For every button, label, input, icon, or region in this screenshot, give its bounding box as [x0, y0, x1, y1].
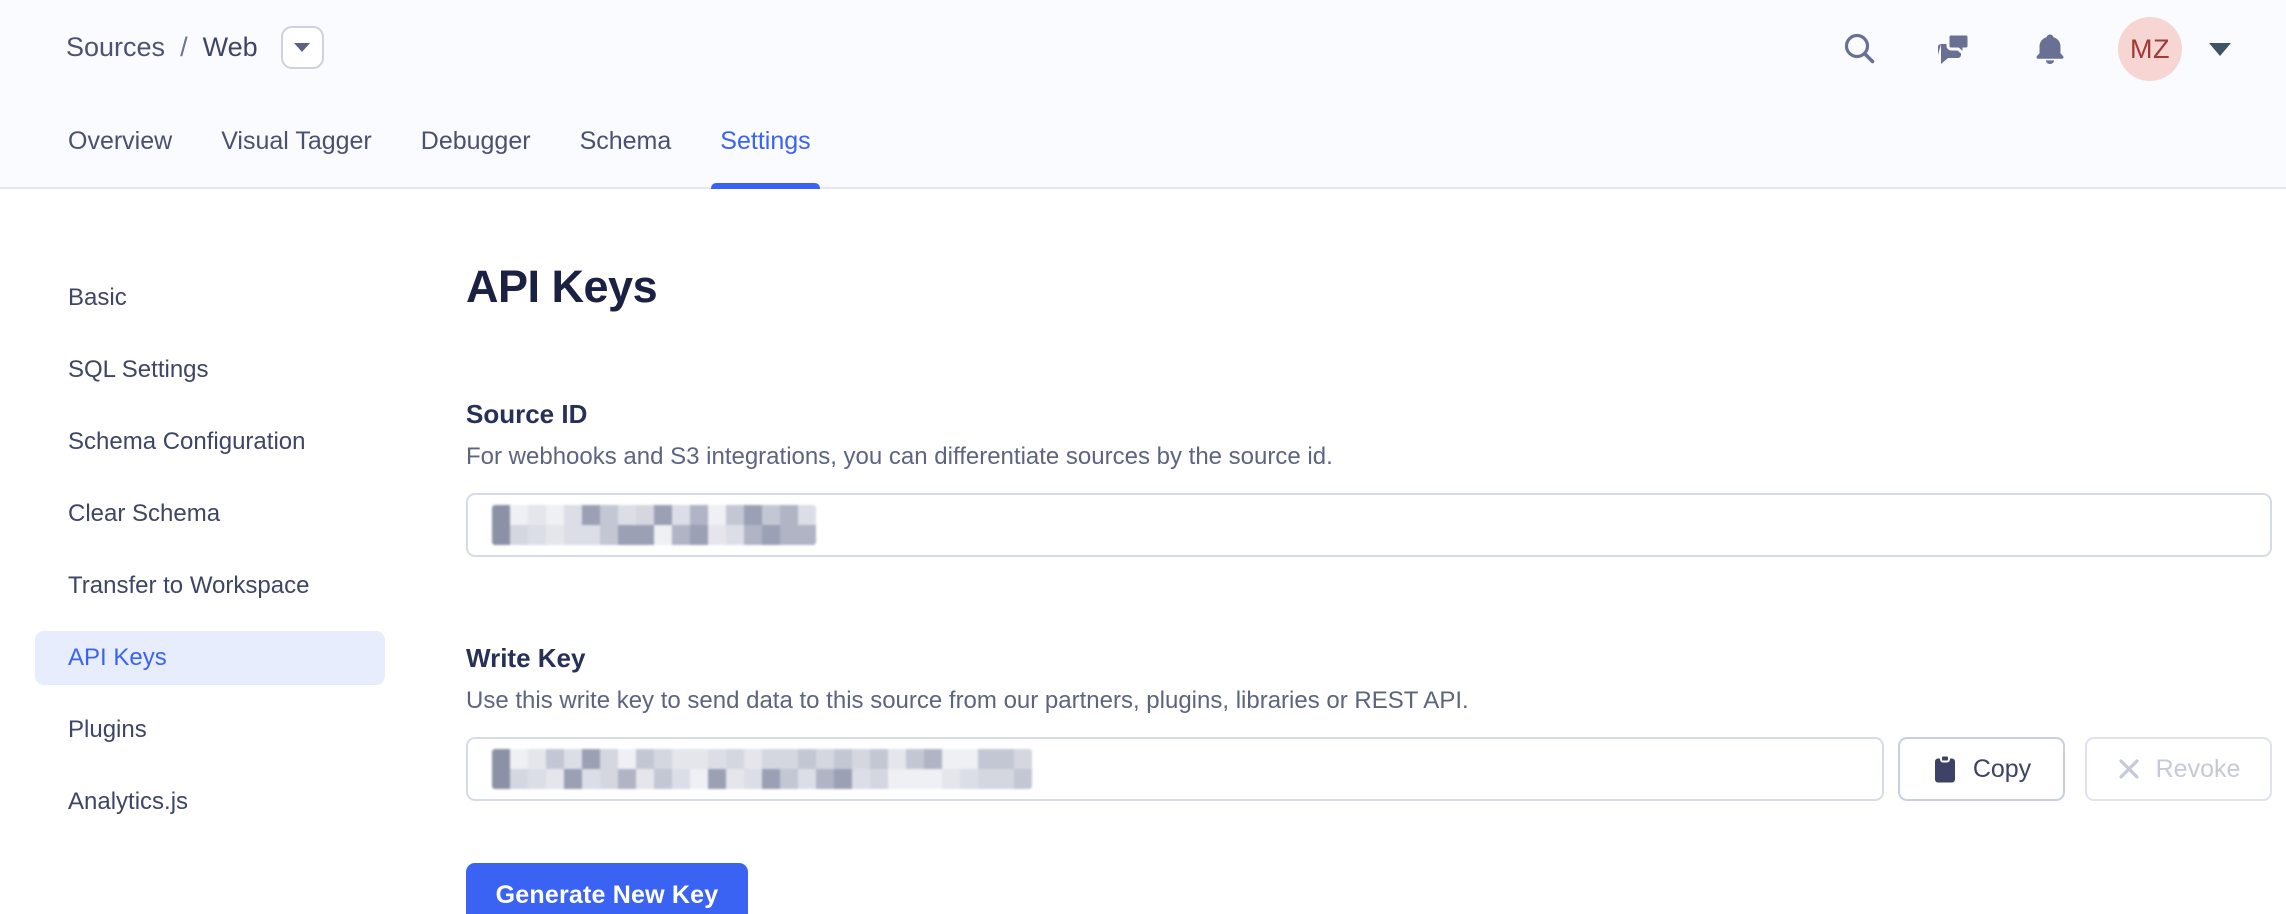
account-menu-chevron-icon[interactable]	[2209, 43, 2231, 56]
sidebar-item-plugins[interactable]: Plugins	[35, 703, 385, 757]
copy-button-label: Copy	[1973, 755, 2031, 784]
page-title: API Keys	[466, 261, 2272, 313]
chevron-down-icon	[294, 43, 310, 52]
sidebar-item-analytics-js[interactable]: Analytics.js	[35, 775, 385, 829]
avatar[interactable]: MZ	[2118, 17, 2182, 81]
breadcrumb-current-source: Web	[203, 32, 258, 63]
source-switcher-button[interactable]	[281, 26, 324, 69]
sidebar-item-api-keys[interactable]: API Keys	[35, 631, 385, 685]
source-id-redacted-value-blur	[492, 505, 816, 545]
api-keys-panel: API Keys Source ID For webhooks and S3 i…	[466, 189, 2286, 912]
revoke-button[interactable]: Revoke	[2085, 737, 2272, 801]
breadcrumb-separator: /	[180, 32, 188, 63]
write-key-row: Copy Revoke	[466, 737, 2272, 801]
source-id-description: For webhooks and S3 integrations, you ca…	[466, 443, 2272, 471]
header-actions: MZ	[1840, 16, 2231, 82]
clipboard-icon	[1932, 754, 1958, 784]
tab-schema[interactable]: Schema	[580, 127, 672, 187]
sidebar-item-sql-settings[interactable]: SQL Settings	[35, 343, 385, 397]
sidebar-item-schema-configuration[interactable]: Schema Configuration	[35, 415, 385, 469]
search-icon[interactable]	[1840, 29, 1880, 69]
revoke-button-label: Revoke	[2156, 755, 2241, 784]
write-key-field[interactable]	[466, 737, 1884, 801]
breadcrumb: Sources / Web	[66, 25, 324, 69]
notifications-bell-icon[interactable]	[2030, 29, 2070, 69]
source-tabs: Overview Visual Tagger Debugger Schema S…	[68, 127, 811, 187]
sidebar-item-basic[interactable]: Basic	[35, 271, 385, 325]
tab-debugger[interactable]: Debugger	[421, 127, 531, 187]
settings-content: Basic SQL Settings Schema Configuration …	[0, 189, 2286, 912]
tab-overview[interactable]: Overview	[68, 127, 172, 187]
source-id-label: Source ID	[466, 399, 2272, 430]
write-key-redacted-value-blur	[492, 749, 1032, 789]
write-key-label: Write Key	[466, 643, 2272, 674]
sidebar-item-clear-schema[interactable]: Clear Schema	[35, 487, 385, 541]
generate-new-key-button[interactable]: Generate New Key	[466, 863, 748, 914]
copy-button[interactable]: Copy	[1898, 737, 2065, 801]
source-id-field[interactable]	[466, 493, 2272, 557]
chat-icon[interactable]	[1935, 29, 1975, 69]
sidebar-item-transfer-to-workspace[interactable]: Transfer to Workspace	[35, 559, 385, 613]
tab-visual-tagger[interactable]: Visual Tagger	[221, 127, 372, 187]
settings-sidebar: Basic SQL Settings Schema Configuration …	[0, 189, 466, 912]
tab-settings[interactable]: Settings	[720, 127, 810, 187]
x-icon	[2117, 757, 2141, 781]
write-key-description: Use this write key to send data to this …	[466, 687, 2272, 715]
breadcrumb-sources-link[interactable]: Sources	[66, 32, 165, 63]
top-header: Sources / Web MZ Overv	[0, 0, 2286, 189]
